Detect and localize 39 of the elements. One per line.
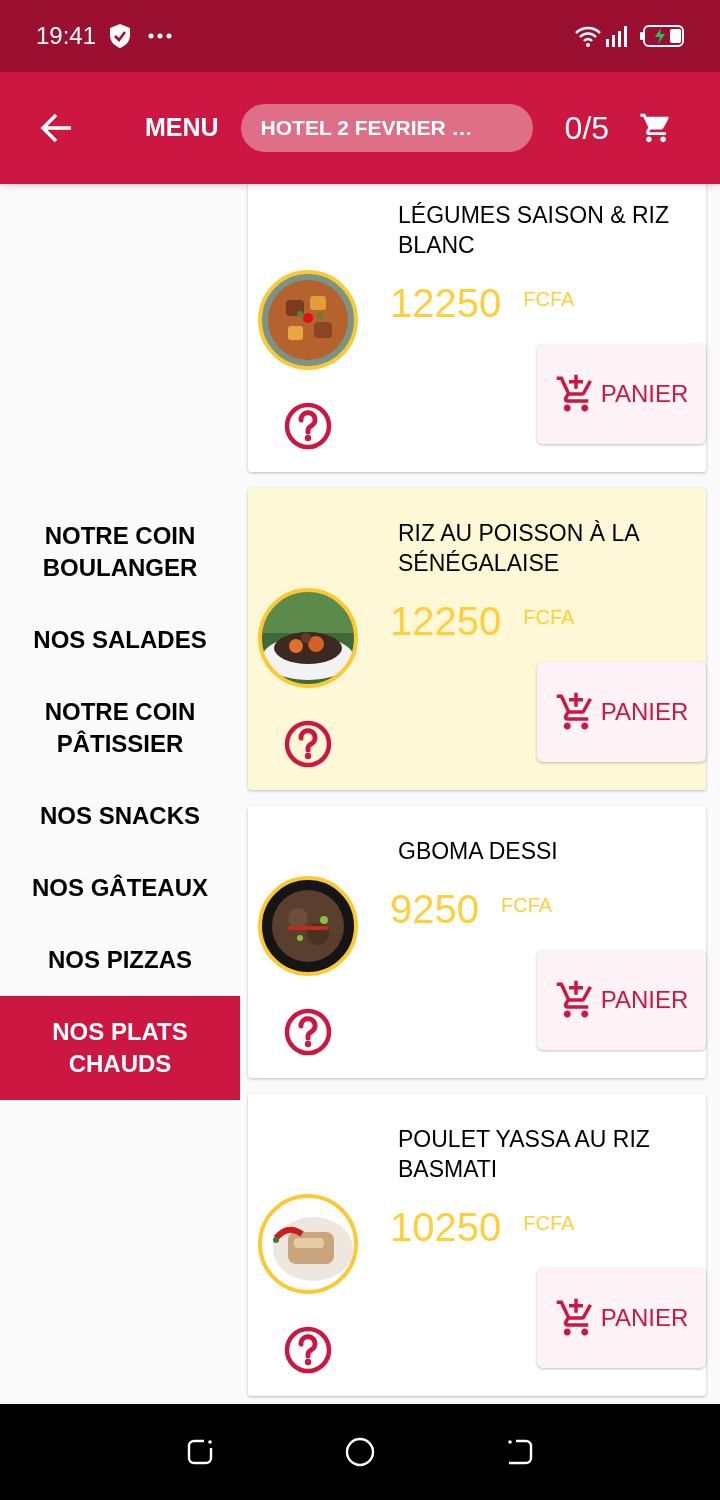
home-icon[interactable] bbox=[345, 1437, 375, 1467]
dish-name: POULET YASSA AU RIZ BASMATI bbox=[397, 1125, 651, 1184]
add-to-cart-button[interactable]: PANIER bbox=[537, 950, 706, 1050]
category-item[interactable]: NOS SNACKS bbox=[0, 780, 240, 852]
dish-price: 9250 bbox=[390, 886, 479, 933]
category-item[interactable]: NOS PIZZAS bbox=[0, 924, 240, 996]
add-to-cart-button[interactable]: PANIER bbox=[537, 662, 706, 762]
recent-apps-icon[interactable] bbox=[185, 1438, 214, 1466]
currency-label: FCFA bbox=[501, 893, 553, 918]
shield-icon bbox=[108, 23, 133, 49]
cart-count: 0/5 bbox=[564, 109, 610, 148]
help-icon[interactable] bbox=[284, 402, 332, 450]
back-icon[interactable] bbox=[506, 1438, 535, 1466]
add-to-cart-button[interactable]: PANIER bbox=[537, 1268, 706, 1368]
currency-label: FCFA bbox=[523, 605, 575, 630]
currency-label: FCFA bbox=[523, 287, 575, 312]
clock-time: 19:41 bbox=[36, 21, 97, 51]
category-item[interactable]: NOTRE COIN BOULANGER bbox=[0, 500, 240, 604]
add-to-cart-button[interactable]: PANIER bbox=[537, 344, 706, 444]
dish-name: RIZ AU POISSON À LA SÉNÉGALAISE bbox=[397, 519, 640, 578]
dish-price: 12250 bbox=[390, 280, 502, 327]
signal-icon bbox=[606, 25, 628, 47]
back-arrow-icon[interactable] bbox=[40, 113, 73, 143]
battery-charging-icon bbox=[640, 25, 684, 47]
wifi-icon bbox=[574, 25, 602, 47]
dish-name: GBOMA DESSI bbox=[397, 837, 559, 866]
more-icon bbox=[148, 33, 173, 39]
help-icon[interactable] bbox=[284, 1008, 332, 1056]
help-icon[interactable] bbox=[284, 1326, 332, 1374]
dish-price: 12250 bbox=[390, 598, 502, 645]
category-item[interactable]: NOS SALADES bbox=[0, 604, 240, 676]
help-icon[interactable] bbox=[284, 720, 332, 768]
category-item[interactable]: NOTRE COIN PÂTISSIER bbox=[0, 676, 240, 780]
dish-price: 10250 bbox=[390, 1204, 502, 1251]
page-title: MENU bbox=[145, 112, 219, 144]
dish-name: LÉGUMES SAISON & RIZ BLANC bbox=[397, 201, 670, 260]
category-item[interactable]: NOS PLATS CHAUDS bbox=[0, 996, 240, 1100]
category-item[interactable]: NOS GÂTEAUX bbox=[0, 852, 240, 924]
currency-label: FCFA bbox=[523, 1211, 575, 1236]
